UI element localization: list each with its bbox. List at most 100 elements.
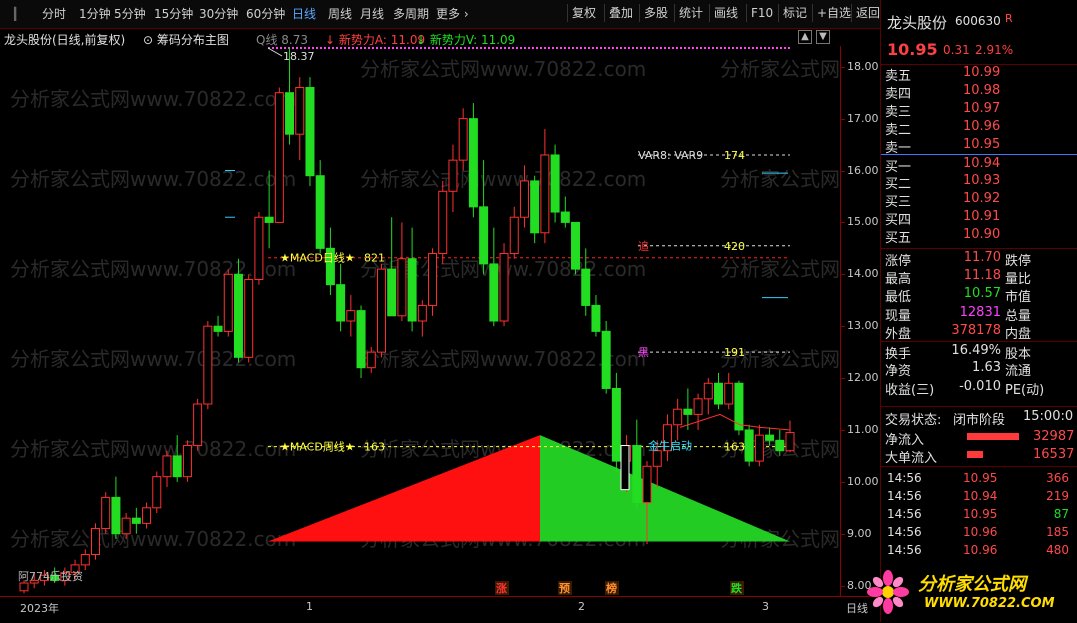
candle-body (356, 310, 366, 369)
period-tab-5[interactable]: 60分钟 (246, 6, 285, 22)
order-book-row-sell[interactable]: 卖四 10.98 (881, 82, 1077, 102)
period-tab-6[interactable]: 日线 (292, 6, 316, 22)
order-book-row-buy[interactable]: 买二 10.93 (881, 172, 1077, 192)
high-price-label: 18.37 (283, 50, 315, 63)
black-label: 黑 (638, 346, 649, 359)
price-tick: 15.00 (847, 215, 879, 229)
candle-body (744, 429, 754, 462)
order-level-price: 10.99 (963, 65, 1001, 80)
signal-marker-text: 榜 (606, 581, 617, 595)
candle-body (336, 284, 346, 322)
candle-body (121, 517, 131, 535)
candle-body (346, 310, 356, 322)
macd-weekly-value: 163 (364, 441, 385, 454)
price-change-pct: 2.91% (975, 43, 1014, 57)
order-book-row-buy[interactable]: 买一 10.94 (881, 154, 1077, 175)
order-level-price: 10.97 (963, 101, 1001, 116)
time-label-jan: 1 (306, 600, 313, 613)
time-label-feb: 2 (578, 600, 585, 613)
price-tick: 11.00 (847, 422, 879, 436)
tick-volume: 87 (1053, 507, 1069, 521)
candle-body (601, 330, 611, 389)
period-tab-2[interactable]: 5分钟 (114, 6, 146, 22)
trade-status-label: 交易状态: (885, 413, 942, 428)
stat-label: 最高 (885, 271, 912, 287)
stat-label: 净资 (885, 364, 912, 379)
candle-body (90, 528, 100, 555)
toolbar-button-6[interactable]: 标记 (778, 4, 807, 22)
toolbar-button-7[interactable]: +自选 (812, 4, 851, 22)
period-tab-1[interactable]: 1分钟 (79, 6, 111, 22)
gold-bull-value: 163 (724, 441, 745, 454)
watermark-text: 分析家公式网www.70822.com (10, 167, 296, 191)
stat-value: 11.18 (963, 267, 1001, 283)
candle-body (683, 408, 693, 415)
chase-value: 420 (724, 240, 745, 253)
order-book-row-buy[interactable]: 买五 10.90 (881, 226, 1077, 246)
candle-body (264, 216, 274, 223)
candle-body (397, 258, 407, 317)
candle-body (519, 180, 529, 218)
order-book-row-sell[interactable]: 卖五 10.99 (881, 64, 1077, 84)
candle-body (213, 325, 223, 332)
candle-body (417, 304, 427, 322)
tick-row: 14:56 10.94 219 (881, 488, 1077, 506)
candle-body (468, 118, 478, 208)
price-tick: 17.00 (847, 111, 879, 125)
tick-price: 10.94 (963, 489, 998, 503)
indicator-label: 筹码分布主图 (156, 33, 229, 47)
order-book-row-buy[interactable]: 买四 10.91 (881, 208, 1077, 228)
period-tab-4[interactable]: 30分钟 (199, 6, 238, 22)
toolbar-button-5[interactable]: F10 (746, 4, 773, 22)
candle-body (407, 258, 417, 322)
period-tab-0[interactable]: 分时 (42, 6, 66, 22)
stat-label: 收益(三) (885, 382, 935, 398)
candle-body (203, 325, 213, 405)
stat-row: 换手 16.49% 股本 (881, 340, 1077, 362)
watermark-text: 分析家公式网www.70822.com (720, 167, 840, 191)
order-level-price: 10.98 (963, 83, 1001, 98)
time-label-year: 2023年 (20, 602, 59, 615)
candle-body (489, 263, 499, 322)
grip-icon: ▎ (14, 7, 24, 21)
candle-body (223, 273, 233, 332)
tick-volume: 219 (1046, 489, 1069, 503)
price-tick: 10.00 (847, 474, 879, 488)
toolbar-button-3[interactable]: 统计 (674, 4, 703, 22)
order-book-row-sell[interactable]: 卖三 10.97 (881, 100, 1077, 120)
order-book-row-buy[interactable]: 买三 10.92 (881, 190, 1077, 210)
candle-body (754, 434, 764, 462)
watermark-text: 分析家公式网www.70822.com (360, 167, 646, 191)
toolbar-button-1[interactable]: 叠加 (604, 4, 633, 22)
stat-value: 16.49% (951, 342, 1001, 358)
scroll-down-button[interactable]: ▼ (816, 30, 830, 44)
flow-value: 32987 (1033, 429, 1075, 444)
high-pointer (267, 47, 283, 57)
candle-body (632, 445, 642, 504)
candle-body (80, 553, 90, 566)
period-tab-8[interactable]: 月线 (360, 6, 384, 22)
price-tick-mark (841, 118, 845, 120)
toolbar-button-4[interactable]: 画线 (709, 4, 738, 22)
candle-body (305, 87, 315, 177)
toolbar-button-8[interactable]: 返回 (851, 4, 880, 22)
period-tab-9[interactable]: 多周期 (393, 6, 429, 22)
toolbar-button-2[interactable]: 多股 (639, 4, 668, 22)
watermark-text: 分析家公式网www.70822.com (10, 257, 296, 281)
order-book-row-sell[interactable]: 卖一 10.95 (881, 136, 1077, 156)
order-level-label: 买五 (885, 231, 912, 246)
order-book-row-sell[interactable]: 卖二 10.96 (881, 118, 1077, 138)
period-tab-3[interactable]: 15分钟 (154, 6, 193, 22)
scroll-up-button[interactable]: ▲ (798, 30, 812, 44)
period-tab-10[interactable]: 更多 › (436, 6, 469, 22)
candlestick-chart[interactable]: 分析家公式网www.70822.com 分析家公式网www.70822.com 分析… (0, 46, 1006, 596)
trade-status-time: 15:00:0 (1023, 409, 1074, 424)
candle-body (162, 455, 172, 478)
tick-price: 10.96 (963, 525, 998, 539)
trade-status-row: 交易状态: 闭市阶段 15:00:0 (881, 406, 1077, 428)
period-tab-7[interactable]: 周线 (328, 6, 352, 22)
price-tick: 16.00 (847, 163, 879, 177)
tick-volume: 366 (1046, 471, 1069, 485)
watermark-text: 分析家公式网www.70822.com (10, 437, 296, 461)
toolbar-button-0[interactable]: 复权 (567, 4, 596, 22)
